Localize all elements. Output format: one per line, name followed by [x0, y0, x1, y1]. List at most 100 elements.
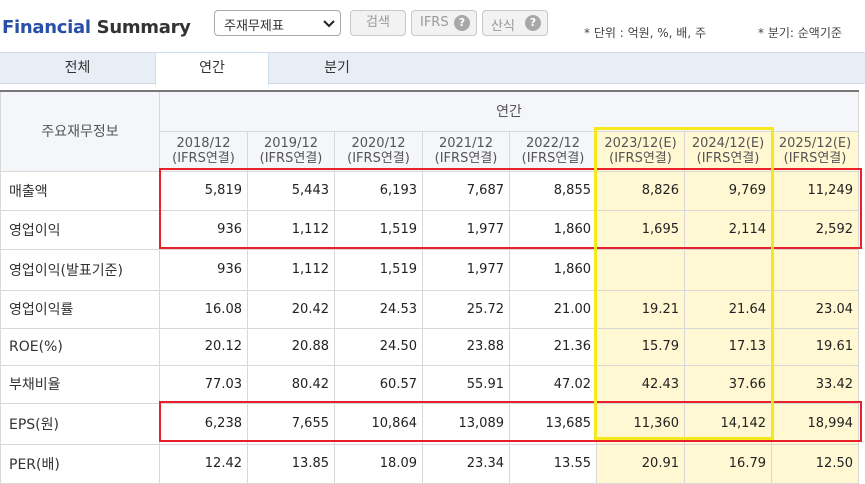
- column-period: 2019/12: [263, 135, 318, 151]
- value-cell: 24.53: [334, 289, 423, 329]
- table-row: 영업이익률 16.08 20.42 24.53 25.72 21.00 19.21 21.64…: [0, 289, 859, 329]
- value-cell: 42.43: [596, 364, 685, 404]
- value-cell: 20.91: [596, 443, 685, 484]
- value-cell: 21.36: [509, 327, 597, 366]
- question-circle-icon: ?: [454, 15, 470, 31]
- group-header-annual: 연간: [159, 90, 859, 132]
- row-label: 매출액: [0, 170, 160, 211]
- column-basis: (IFRS연결): [172, 150, 235, 166]
- value-cell: 37.66: [684, 364, 772, 404]
- value-cell: [684, 248, 772, 291]
- title-summary: Summary: [96, 17, 191, 38]
- ifrs-label: IFRS: [420, 15, 449, 30]
- value-cell: 15.79: [596, 327, 685, 366]
- value-cell: 5,443: [247, 170, 335, 211]
- value-cell: 11,249: [771, 170, 859, 211]
- value-cell: 13,089: [422, 402, 510, 445]
- column-header: 2022/12 (IFRS연결): [509, 130, 597, 172]
- value-cell: 1,112: [247, 209, 335, 250]
- value-cell: 21.64: [684, 289, 772, 329]
- value-cell: 20.12: [159, 327, 248, 366]
- value-cell: 13,685: [509, 402, 597, 445]
- value-cell: 17.13: [684, 327, 772, 366]
- table-row: EPS(원) 6,238 7,655 10,864 13,089 13,685 11,360…: [0, 402, 859, 445]
- row-label: 영업이익: [0, 209, 160, 250]
- value-cell: 21.00: [509, 289, 597, 329]
- formula-label: 산식: [491, 19, 515, 34]
- column-period: 2025/12(E): [778, 135, 852, 151]
- value-cell: 23.34: [422, 443, 510, 484]
- value-cell: 16.79: [684, 443, 772, 484]
- value-cell: 20.42: [247, 289, 335, 329]
- value-cell: 60.57: [334, 364, 423, 404]
- row-label: PER(배): [0, 443, 160, 484]
- value-cell: 25.72: [422, 289, 510, 329]
- row-label: 영업이익률: [0, 289, 160, 329]
- value-cell: 55.91: [422, 364, 510, 404]
- value-cell: 13.85: [247, 443, 335, 484]
- value-cell: 6,238: [159, 402, 248, 445]
- column-basis: (IFRS연결): [259, 150, 323, 166]
- value-cell: 9,769: [684, 170, 772, 211]
- row-label: 영업이익(발표기준): [0, 248, 160, 291]
- header: Financial Summary 주재무제표 검색 IFRS ? 산식 ? *…: [0, 0, 865, 52]
- column-basis: (IFRS연결): [347, 150, 410, 166]
- value-cell: 2,114: [684, 209, 772, 250]
- value-cell: 11,360: [596, 402, 685, 445]
- value-cell: 10,864: [334, 402, 423, 445]
- column-basis: (IFRS연결): [696, 150, 760, 166]
- column-header: 2020/12 (IFRS연결): [334, 130, 423, 172]
- value-cell: 47.02: [509, 364, 597, 404]
- value-cell: [771, 248, 859, 291]
- formula-help-button[interactable]: 산식 ?: [482, 10, 548, 36]
- period-tabs: 전체 연간 분기: [0, 52, 865, 85]
- value-cell: 1,695: [596, 209, 685, 250]
- tab-annual[interactable]: 연간: [155, 53, 269, 85]
- value-cell: 19.61: [771, 327, 859, 366]
- row-label: ROE(%): [0, 327, 160, 366]
- tab-quarter[interactable]: 분기: [267, 53, 407, 84]
- table-row: 영업이익 936 1,112 1,519 1,977 1,860 1,695 2,114 2,5…: [0, 209, 859, 250]
- column-period: 2020/12: [351, 135, 406, 151]
- value-cell: 16.08: [159, 289, 248, 329]
- value-cell: 1,519: [334, 209, 423, 250]
- value-cell: 1,860: [509, 209, 597, 250]
- value-cell: 19.21: [596, 289, 685, 329]
- row-label: 부채비율: [0, 364, 160, 404]
- column-basis: (IFRS연결): [783, 150, 847, 166]
- search-button[interactable]: 검색: [350, 10, 406, 36]
- page-title: Financial Summary: [2, 17, 191, 38]
- column-period: 2021/12: [438, 135, 493, 151]
- value-cell: 936: [159, 248, 248, 291]
- value-cell: 1,519: [334, 248, 423, 291]
- column-basis: (IFRS연결): [434, 150, 498, 166]
- value-cell: 8,826: [596, 170, 685, 211]
- value-cell: 77.03: [159, 364, 248, 404]
- column-period: 2023/12(E): [604, 135, 677, 151]
- title-financial: Financial: [2, 17, 91, 38]
- column-period: 2024/12(E): [691, 135, 765, 151]
- table-row: 부채비율 77.03 80.42 60.57 55.91 47.02 42.43 37.66 3…: [0, 364, 859, 404]
- table-row: 매출액 5,819 5,443 6,193 7,687 8,855 8,826 9,769 11…: [0, 170, 859, 211]
- column-header: 2021/12 (IFRS연결): [422, 130, 510, 172]
- column-basis: (IFRS연결): [609, 150, 672, 166]
- value-cell: 12.50: [771, 443, 859, 484]
- value-cell: 8,855: [509, 170, 597, 211]
- value-cell: 1,860: [509, 248, 597, 291]
- quarter-note: * 분기: 순액기준: [758, 26, 842, 40]
- column-basis: (IFRS연결): [521, 150, 585, 166]
- ifrs-help-button[interactable]: IFRS ?: [411, 10, 477, 36]
- value-cell: 936: [159, 209, 248, 250]
- value-cell: 12.42: [159, 443, 248, 484]
- value-cell: 7,687: [422, 170, 510, 211]
- table-row: ROE(%) 20.12 20.88 24.50 23.88 21.36 15.79 17.1…: [0, 327, 859, 366]
- value-cell: 1,977: [422, 248, 510, 291]
- row-label: EPS(원): [0, 402, 160, 445]
- financial-summary-table: 주요재무정보 연간 2018/12 (IFRS연결) 2019/12 (IFRS연결)…: [0, 90, 859, 484]
- statement-type-value: 주재무제표: [224, 19, 284, 34]
- chevron-down-icon: [323, 20, 335, 28]
- value-cell: 23.88: [422, 327, 510, 366]
- statement-type-select[interactable]: 주재무제표: [214, 10, 341, 36]
- tab-all[interactable]: 전체: [0, 53, 155, 84]
- value-cell: [596, 248, 685, 291]
